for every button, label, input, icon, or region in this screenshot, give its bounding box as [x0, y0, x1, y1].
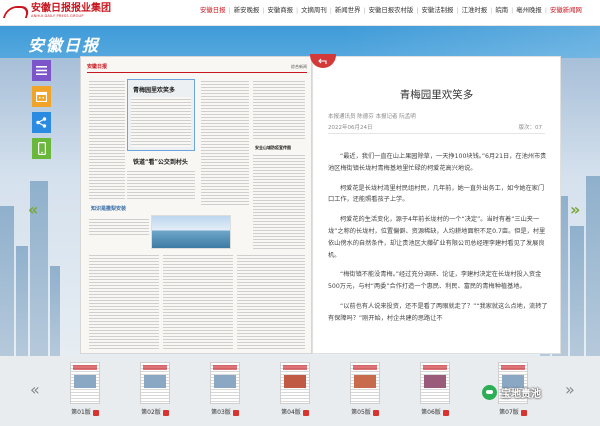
thumbnail-page-01[interactable]: 第01版 [60, 362, 110, 416]
thumbnail-page-03[interactable]: 第03版 [200, 362, 250, 416]
thumbnail-label: 第07版 [499, 409, 519, 416]
nav-item-digest[interactable]: 文摘周刊 [299, 5, 329, 14]
article-column [127, 169, 195, 201]
thumbnail-label: 第02版 [141, 409, 161, 416]
next-page-arrow[interactable]: » [570, 200, 580, 219]
brand-name: 安徽日报报业集团 [31, 3, 111, 14]
thumbnail-image [280, 362, 310, 404]
pdf-icon[interactable] [442, 409, 449, 416]
article-page-number: 版次：07 [518, 125, 543, 131]
article-paragraph: 柯爱花是长垅村湾里村民组村民，几年前，她一直外出务工，如今她在家门口工作，还能照… [328, 184, 545, 204]
nav-item-news-site[interactable]: 安徽新闻网 [548, 5, 584, 14]
newspaper-headline-1[interactable]: 青梅园里欢笑多 [133, 85, 175, 94]
article-paragraph: “以前也有人说来投资，还不是看了两眼就走了？”“我家就这么点地，流转了有保障吗？… [328, 302, 548, 322]
thumbnail-label: 第06版 [421, 409, 441, 416]
side-toolbar [32, 60, 51, 164]
article-paragraph: “梅街镇不能没青梅。”经过充分调研、论证，李建村决定在长垅村投入资金500万元，… [328, 271, 542, 291]
article-column[interactable] [89, 253, 159, 349]
newspaper-section: 综合新闻 [291, 64, 307, 69]
return-arrow-icon [318, 58, 327, 64]
thumbnail-page-05[interactable]: 第05版 [340, 362, 390, 416]
mobile-icon [37, 142, 46, 155]
pdf-icon[interactable] [232, 409, 239, 416]
nav-item-rural[interactable]: 安徽日报农村版 [367, 5, 416, 14]
page-title: 安徽日报 [28, 36, 101, 55]
thumbnail-label: 第04版 [281, 409, 301, 416]
pdf-icon[interactable] [302, 409, 309, 416]
brand-logo[interactable]: 安徽日报报业集团 ANHUI DAILY PRESS GROUP [5, 4, 111, 19]
thumbnail-label: 第05版 [351, 409, 371, 416]
article-column[interactable] [253, 153, 305, 249]
newspaper-headline-2[interactable]: 铁道“看”公交到村头 [133, 157, 188, 166]
thumbnail-image [140, 362, 170, 404]
watermark: 宝地贵池 [482, 385, 541, 400]
thumbnail-image [210, 362, 240, 404]
thumbnail-label: 第01版 [71, 409, 91, 416]
calendar-icon [36, 91, 47, 102]
wechat-icon [482, 385, 497, 400]
thumbnail-image [420, 362, 450, 404]
newspaper-photo-caption: 安全山城防疫宣传图 [255, 145, 291, 150]
nav-item-xinan-evening[interactable]: 新安晚报 [232, 5, 262, 14]
pdf-icon[interactable] [520, 409, 527, 416]
nav-item-bozhou[interactable]: 亳州晚报 [514, 5, 544, 14]
article-date: 2022年06月24日 [328, 125, 373, 131]
thumbnail-page-02[interactable]: 第02版 [130, 362, 180, 416]
article-byline: 本报通讯员 陈德芬 本报记者 阮孟明 [328, 114, 416, 120]
mobile-button[interactable] [32, 138, 51, 159]
publication-nav: 安徽日报 | 新安晚报 | 安徽商报 | 文摘周刊 | 新闻世界 | 安徽日报农村版 | 安… [198, 5, 584, 15]
header-band: 安徽日报 [0, 26, 600, 58]
top-bar: 安徽日报报业集团 ANHUI DAILY PRESS GROUP 安徽日报 | 新… [0, 0, 600, 26]
pdf-icon[interactable] [92, 409, 99, 416]
skyline-left [0, 166, 60, 356]
nav-item-legal[interactable]: 安徽法制报 [419, 5, 455, 14]
header-decoration [340, 26, 600, 58]
thumbnail-page-06[interactable]: 第06版 [410, 362, 460, 416]
nav-item-wannan[interactable]: 皖南 [493, 5, 510, 14]
article-panel: 青梅园里欢笑多 本报通讯员 陈德芬 本报记者 阮孟明 2022年06月24日 版… [312, 56, 561, 354]
thumbnail-label: 第03版 [211, 409, 231, 416]
article-column[interactable] [253, 79, 305, 139]
nav-item-jianghuai[interactable]: 江淮时报 [460, 5, 490, 14]
nav-item-anhui-daily[interactable]: 安徽日报 [198, 5, 228, 14]
menu-button[interactable] [32, 60, 51, 81]
nav-item-commerce[interactable]: 安徽商报 [265, 5, 295, 14]
menu-icon [36, 66, 47, 75]
pdf-icon[interactable] [162, 409, 169, 416]
thumbnail-page-04[interactable]: 第04版 [270, 362, 320, 416]
thumbnail-image [70, 362, 100, 404]
brand-mark-icon [5, 4, 27, 18]
article-body: “最近，我们一直在山上果园除草，一天挣100块钱。”6月21日，在池州市贵池区梅… [328, 151, 548, 333]
article-column[interactable] [89, 79, 125, 199]
newspaper-headline-3[interactable]: 知识是撒梨安装 [91, 205, 126, 212]
nav-item-news-world[interactable]: 新闻世界 [333, 5, 363, 14]
prev-page-arrow[interactable]: « [28, 200, 38, 219]
brand-name-en: ANHUI DAILY PRESS GROUP [31, 14, 84, 18]
article-column [89, 217, 149, 237]
calendar-button[interactable] [32, 86, 51, 107]
newspaper-photo[interactable] [151, 215, 231, 249]
pdf-icon[interactable] [372, 409, 379, 416]
article-paragraph: “最近，我们一直在山上果园除草，一天挣100块钱。”6月21日，在池州市贵池区梅… [328, 153, 547, 172]
article-column[interactable] [237, 253, 305, 349]
thumbnail-image [350, 362, 380, 404]
article-title: 青梅园里欢笑多 [399, 89, 474, 101]
article-paragraph: 柯爱花的生活变化，源于4年前长垅村的一个“决定”。当时有着“三山夹一垅”之称的长… [328, 216, 546, 259]
share-button[interactable] [32, 112, 51, 133]
newspaper-page[interactable]: 安徽日报 综合新闻 青梅园里欢笑多 铁道“看”公交到村头 知识是撒梨安装 安全山… [80, 56, 312, 354]
newspaper-masthead: 安徽日报 综合新闻 [87, 63, 307, 73]
thumbnails-next-arrow[interactable]: » [565, 380, 575, 399]
newspaper-masthead-title: 安徽日报 [87, 64, 108, 70]
thumbnails-prev-arrow[interactable]: « [30, 380, 40, 399]
watermark-text: 宝地贵池 [501, 389, 541, 400]
article-column [131, 97, 191, 147]
share-icon [36, 117, 47, 128]
divider [328, 133, 545, 134]
article-column[interactable] [201, 79, 249, 207]
article-column[interactable] [163, 253, 233, 349]
